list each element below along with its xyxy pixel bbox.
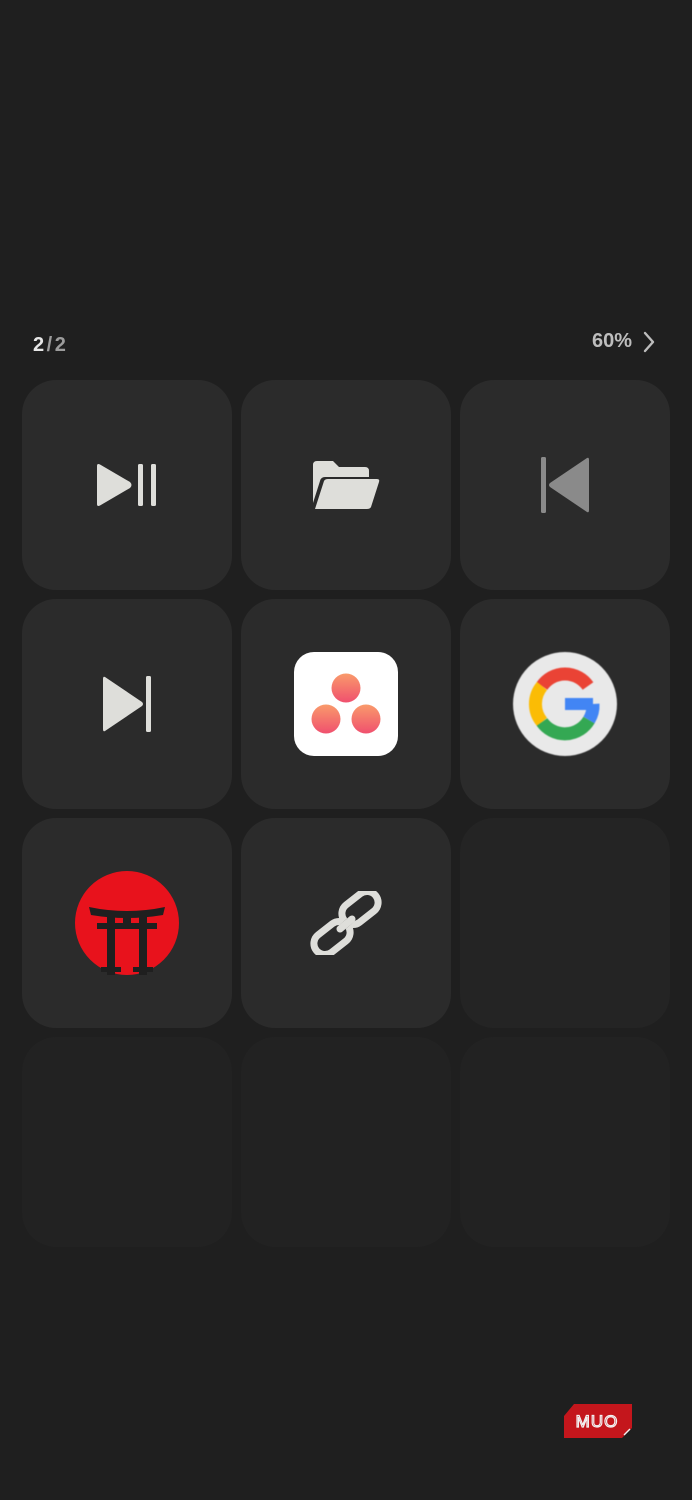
page-indicator: 2/2 xyxy=(33,334,66,357)
tile-next-track[interactable] xyxy=(22,599,232,809)
page-total: 2 xyxy=(54,334,67,356)
watermark-text: MUO xyxy=(576,1412,619,1431)
tile-previous-track[interactable] xyxy=(460,380,670,590)
tile-play-pause[interactable] xyxy=(22,380,232,590)
tile-link[interactable] xyxy=(241,818,451,1028)
page-current: 2 xyxy=(33,334,45,356)
tile-empty[interactable] xyxy=(460,818,670,1028)
button-grid xyxy=(22,380,670,1247)
skip-previous-icon xyxy=(541,457,589,513)
tile-empty[interactable] xyxy=(241,1037,451,1247)
folder-open-icon xyxy=(313,461,380,509)
asana-logo-icon xyxy=(294,652,398,756)
muo-watermark-logo: MUO xyxy=(564,1404,632,1438)
zoom-label: 60% xyxy=(591,330,632,352)
torii-gate-icon xyxy=(75,871,179,975)
zoom-control[interactable]: 60% xyxy=(592,330,656,353)
tile-shrine[interactable] xyxy=(22,818,232,1028)
play-pause-icon xyxy=(97,464,156,506)
tile-empty[interactable] xyxy=(460,1037,670,1247)
chevron-right-icon xyxy=(643,331,655,352)
tile-asana[interactable] xyxy=(241,599,451,809)
google-logo-icon xyxy=(513,652,617,756)
link-icon xyxy=(310,891,382,955)
tile-folder[interactable] xyxy=(241,380,451,590)
tile-empty[interactable] xyxy=(22,1037,232,1247)
tile-google[interactable] xyxy=(460,599,670,809)
page-separator: / xyxy=(46,334,53,356)
skip-next-icon xyxy=(103,676,151,732)
